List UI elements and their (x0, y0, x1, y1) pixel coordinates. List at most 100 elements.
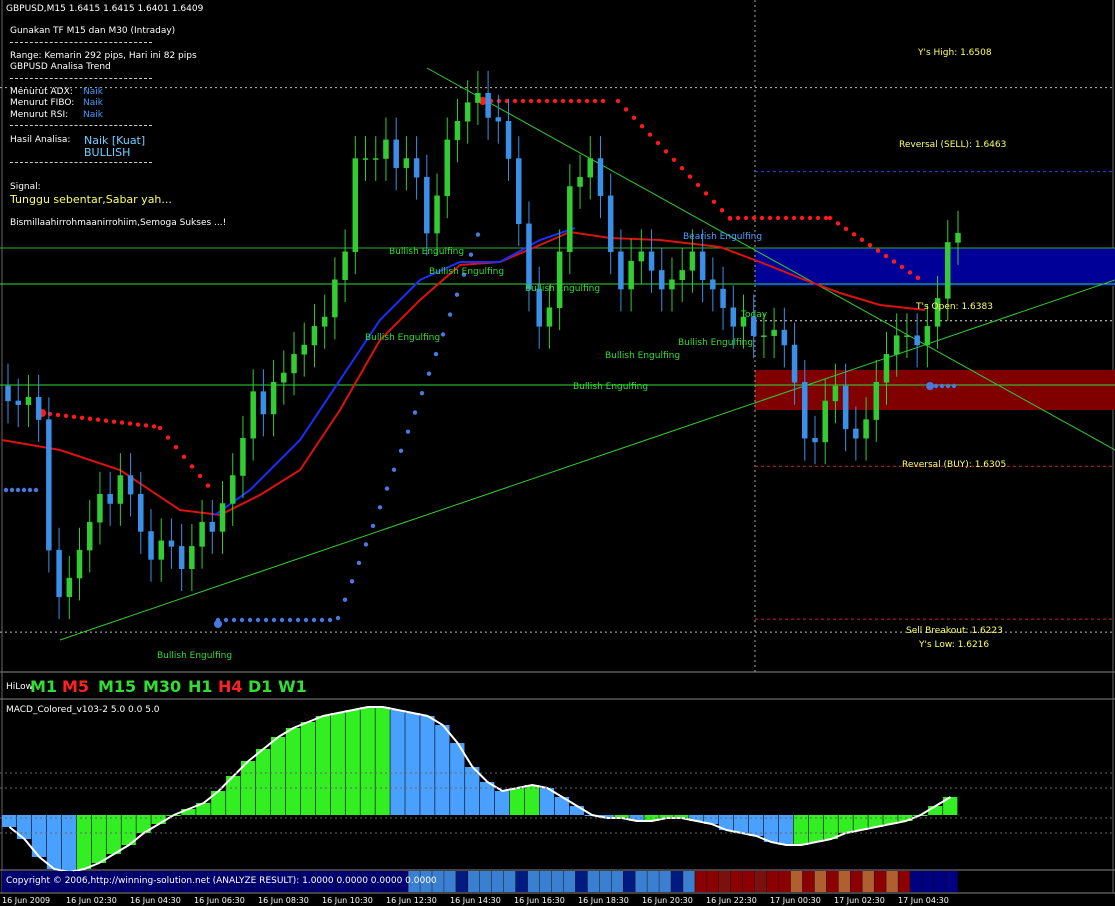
candle-body (791, 344, 798, 383)
candle-body (924, 326, 931, 346)
sar-blue-dot (363, 542, 369, 547)
sar-blue-dot (15, 487, 21, 493)
candle-body (424, 176, 430, 234)
candle-body (648, 251, 655, 271)
sar-red-dot (600, 98, 606, 104)
sar-red-dot (623, 107, 629, 112)
analysis-strip-cell (826, 871, 839, 892)
macd-bar (61, 815, 77, 872)
macd-bar (509, 788, 525, 815)
candle-body (301, 344, 307, 355)
candle-body (56, 549, 62, 597)
tf-h1[interactable]: H1 (188, 678, 213, 696)
analysis-strip-cell (838, 871, 851, 892)
macd-title: MACD_Colored_v103-2 5.0 0.0 5.0 (6, 705, 160, 715)
sar-red-dot (823, 215, 829, 221)
candle-body (628, 260, 634, 290)
sar-red-dot (189, 464, 195, 469)
sar-red-dot (560, 98, 566, 104)
macd-bar (778, 815, 794, 845)
sar-blue-dot (412, 410, 418, 415)
analysis-strip-cell (766, 871, 779, 892)
tf-d1[interactable]: D1 (248, 678, 272, 696)
sar-red-dot (827, 215, 833, 221)
candle-body (955, 232, 961, 243)
sar-red-dot (181, 454, 187, 459)
sar-red-dot (867, 243, 873, 248)
tf-m5[interactable]: M5 (62, 678, 89, 696)
sar-red-dot (835, 221, 841, 226)
sar-red-dot (875, 248, 881, 253)
tf-h4[interactable]: H4 (218, 678, 243, 696)
candle-body (178, 546, 185, 570)
pattern-label: Bullish Engulfing (605, 351, 681, 361)
candle-body (904, 335, 910, 337)
candle-body (873, 382, 880, 420)
ma-blue-line (214, 227, 576, 516)
sar-blue-start (926, 382, 934, 390)
analysis-strip-cell (527, 871, 540, 892)
sar-blue-dot (398, 448, 404, 454)
sar-red-dot (143, 423, 149, 428)
time-tick-label: 16 Jun 10:30 (322, 896, 373, 905)
sar-red-dot (859, 237, 865, 242)
pattern-label: Bullish Engulfing (525, 284, 601, 294)
sar-red-dot (891, 259, 897, 264)
sar-red-dot (647, 132, 653, 137)
result-label: Hasil Analisa: (10, 135, 71, 145)
time-tick-label: 16 Jun 16:30 (514, 896, 565, 905)
chart-window: GBPUSD,M15 1.6415 1.6415 1.6401 1.6409 G… (0, 0, 1115, 906)
macd-bar (763, 815, 779, 842)
sar-blue-dot (933, 383, 939, 389)
tf-m1[interactable]: M1 (30, 678, 57, 696)
macd-bar (524, 785, 540, 815)
signal-value: Tunggu sebentar,Sabar yah... (10, 193, 172, 206)
sar-red-dot (496, 98, 502, 104)
candle-body (802, 382, 808, 439)
adx-label: Menurut ADX: (10, 87, 73, 97)
sar-blue-dot (475, 232, 481, 237)
analysis-strip-cell (468, 871, 480, 892)
candle-body (505, 120, 512, 159)
sar-blue-dot (303, 617, 309, 623)
sar-blue-dot (335, 615, 341, 621)
sar-red-dot (759, 215, 765, 221)
candle-body (812, 437, 818, 443)
candle-body (863, 419, 869, 439)
candle-body (659, 270, 665, 290)
analysis-strip-cell (754, 871, 767, 892)
sar-red-dot (568, 98, 574, 104)
macd-bar (375, 707, 390, 815)
candle-body (526, 223, 532, 290)
sar-red-dot (135, 422, 141, 427)
sar-red-dot (883, 253, 889, 259)
candle-body (158, 540, 164, 560)
sar-red-dot (727, 215, 733, 221)
macd-bar (569, 806, 584, 815)
analysis-strip-cell (862, 871, 874, 892)
tf-w1[interactable]: W1 (278, 678, 307, 696)
analysis-strip-cell (790, 871, 803, 892)
tf-m15[interactable]: M15 (98, 678, 136, 696)
macd-bar (465, 767, 480, 815)
sar-blue-dot (263, 617, 269, 623)
macd-bar (76, 815, 92, 869)
candle-body (853, 428, 859, 439)
sar-blue-dot (9, 487, 15, 493)
sar-blue-start (214, 620, 222, 628)
rsi-label: Menurut RSI: (10, 110, 69, 120)
analysis-strip-cell (623, 871, 635, 892)
macd-bar (315, 716, 331, 815)
price-chart (0, 0, 1115, 894)
analysis-strip-cell (910, 871, 922, 892)
candle-body (362, 158, 369, 160)
sar-blue-dot (27, 487, 33, 493)
candle-body (25, 396, 32, 405)
time-tick-label: 16 Jun 14:30 (450, 896, 501, 905)
candle-body (209, 521, 216, 532)
macd-bar (360, 707, 375, 815)
candle-body (434, 195, 440, 234)
sar-blue-dot (447, 312, 453, 317)
ys-low-label: Y's Low: 1.6216 (919, 640, 990, 650)
tf-m30[interactable]: M30 (143, 678, 181, 696)
